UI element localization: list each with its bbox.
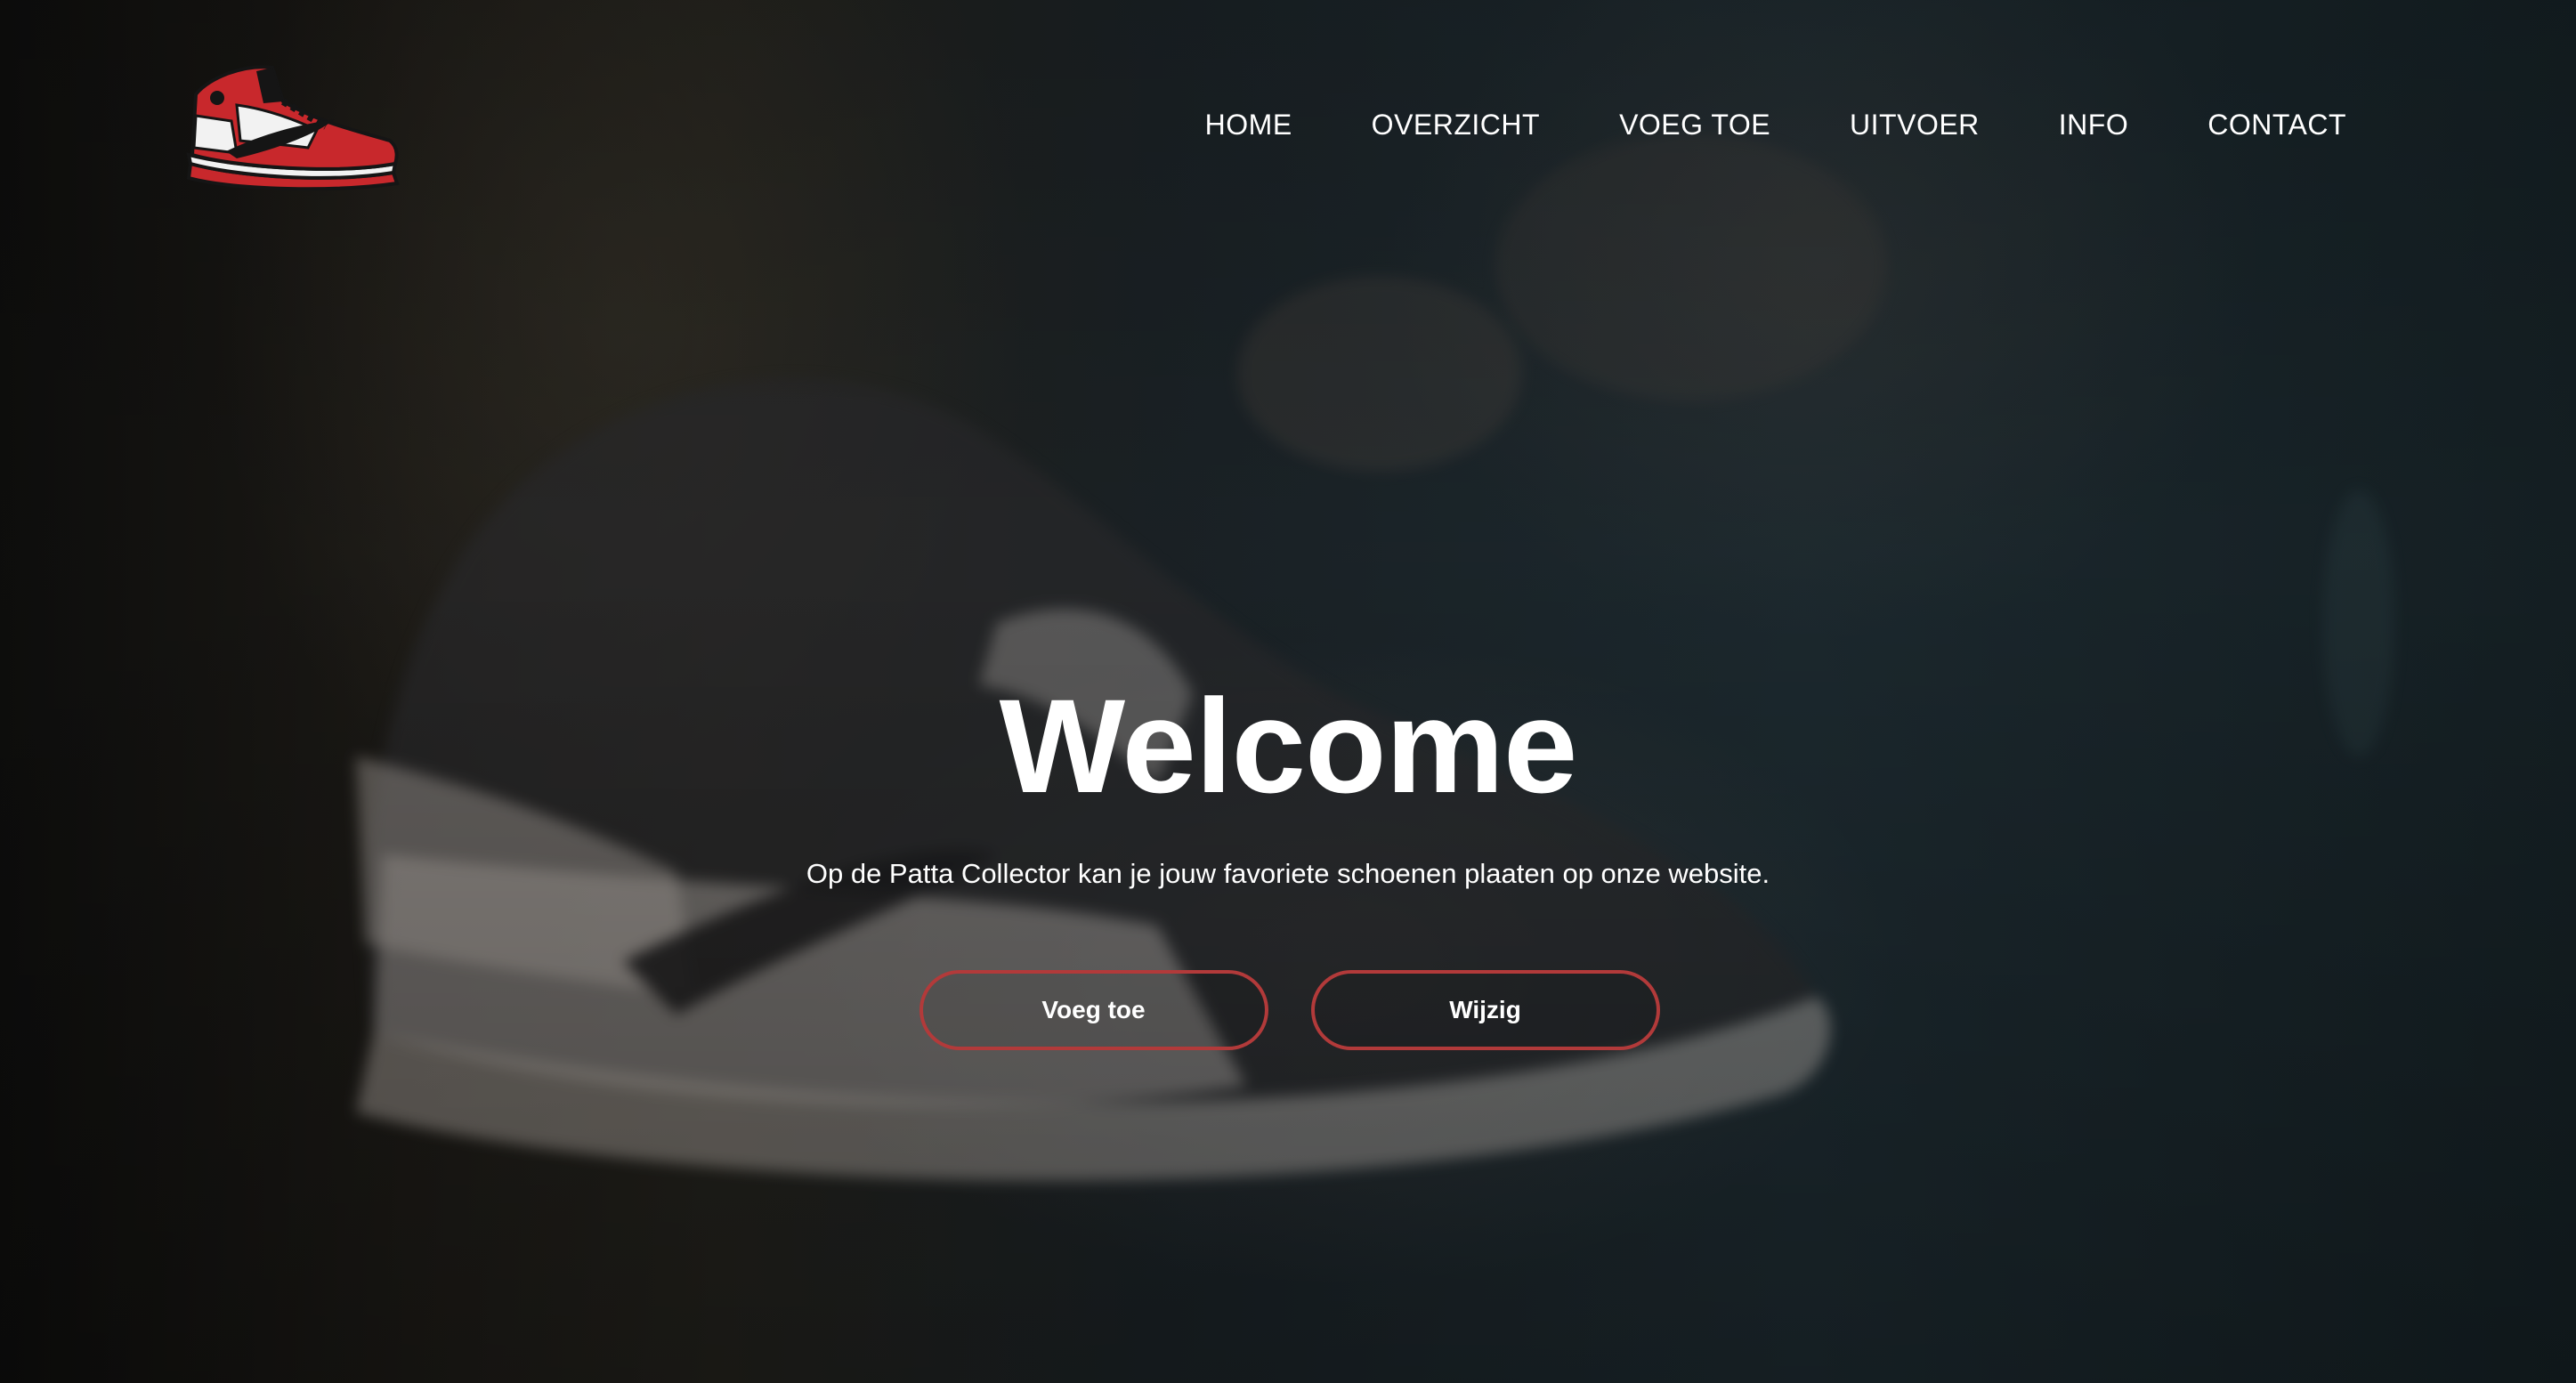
hero-subtitle: Op de Patta Collector kan je jouw favori… [806, 858, 1770, 889]
main-navigation: HOME OVERZICHT VOEG TOE UITVOER INFO CON… [1126, 105, 2346, 144]
hero-title: Welcome [999, 671, 1578, 821]
sneaker-logo-icon[interactable] [183, 59, 402, 192]
nav-item-voeg-toe[interactable]: VOEG TOE [1619, 105, 1770, 144]
nav-item-contact[interactable]: CONTACT [2207, 105, 2346, 144]
hero-buttons: Voeg toe Wijzig [0, 970, 2576, 1050]
add-button[interactable]: Voeg toe [919, 970, 1268, 1050]
nav-item-uitvoer[interactable]: UITVOER [1850, 105, 1980, 144]
hero-section: HOME OVERZICHT VOEG TOE UITVOER INFO CON… [0, 0, 2576, 1383]
nav-item-home[interactable]: HOME [1205, 105, 1292, 144]
nav-item-overzicht[interactable]: OVERZICHT [1372, 105, 1540, 144]
edit-button[interactable]: Wijzig [1310, 970, 1660, 1050]
nav-item-info[interactable]: INFO [2059, 105, 2128, 144]
hero-content: Welcome Op de Patta Collector kan je jou… [0, 666, 2576, 894]
